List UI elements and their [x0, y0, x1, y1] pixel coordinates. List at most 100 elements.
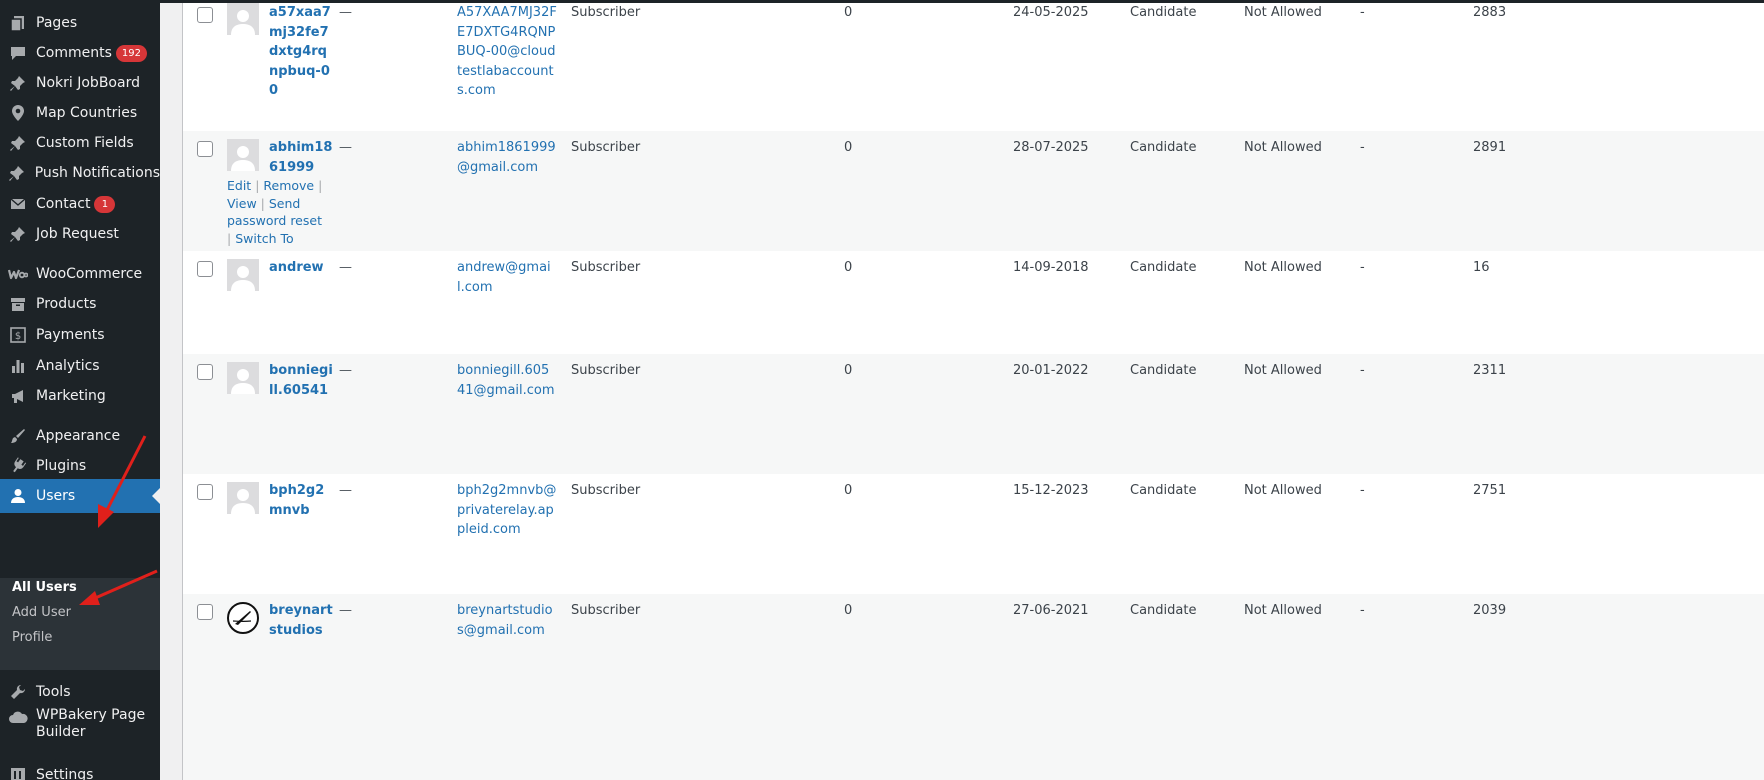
sidebar-item-custom-fields[interactable]: Custom Fields — [0, 126, 160, 160]
sidebar-item-contact[interactable]: Contact 1 — [0, 187, 160, 221]
contact-count-badge: 1 — [94, 195, 116, 213]
plug-icon — [0, 457, 36, 475]
action-separator: | — [260, 195, 269, 211]
settings-icon — [0, 766, 36, 780]
username-link[interactable]: andrew — [269, 258, 335, 278]
posts-cell: 0 — [844, 603, 853, 618]
row-checkbox[interactable] — [197, 261, 213, 277]
row-checkbox[interactable] — [197, 364, 213, 380]
avatar — [227, 602, 259, 634]
registered-date-cell: 20-01-2022 — [1013, 363, 1089, 378]
sidebar-item-label: WPBakery Page Builder — [36, 707, 146, 740]
posts-cell: 0 — [844, 5, 853, 20]
sidebar-item-label: Custom Fields — [36, 135, 134, 151]
extra-cell: - — [1360, 260, 1365, 275]
user-type-cell: Candidate — [1130, 603, 1197, 618]
email-link[interactable]: A57XAA7MJ32FE7DXTG4RQNPBUQ-00@cloudtestl… — [457, 3, 557, 101]
users-submenu: All Users Add User Profile — [0, 578, 160, 670]
name-cell: — — [339, 260, 352, 275]
user-id-cell: 2891 — [1473, 140, 1507, 155]
table-row: bonniegill.60541 — bonniegill.60541@gmai… — [183, 354, 1764, 474]
sidebar-item-job-request[interactable]: Job Request — [0, 217, 160, 251]
email-link[interactable]: bph2g2mnvb@privaterelay.appleid.com — [457, 481, 557, 540]
row-checkbox[interactable] — [197, 604, 213, 620]
edit-link[interactable]: Edit — [227, 178, 251, 193]
sidebar-item-nokri-jobboard[interactable]: Nokri JobBoard — [0, 66, 160, 100]
registered-date-cell: 15-12-2023 — [1013, 483, 1089, 498]
sidebar-item-woocommerce[interactable]: WooCommerce — [0, 257, 160, 291]
role-cell: Subscriber — [571, 5, 641, 20]
status-cell: Not Allowed — [1244, 5, 1322, 20]
avatar — [227, 482, 259, 514]
sidebar-item-settings[interactable]: Settings — [0, 758, 160, 780]
view-link[interactable]: View — [227, 196, 257, 211]
user-id-cell: 2883 — [1473, 5, 1507, 20]
user-id-cell: 2751 — [1473, 483, 1507, 498]
switch-to-link[interactable]: Switch To — [235, 231, 293, 246]
role-cell: Subscriber — [571, 260, 641, 275]
status-cell: Not Allowed — [1244, 260, 1322, 275]
extra-cell: - — [1360, 363, 1365, 378]
megaphone-icon — [0, 387, 36, 405]
sidebar-item-plugins[interactable]: Plugins — [0, 449, 160, 483]
sidebar-item-label: Marketing — [36, 388, 106, 404]
sidebar-item-appearance[interactable]: Appearance — [0, 419, 160, 453]
username-link[interactable]: bonniegill.60541 — [269, 361, 335, 400]
archive-icon — [0, 295, 36, 313]
sidebar-item-payments[interactable]: $ Payments — [0, 318, 160, 352]
avatar — [227, 139, 259, 171]
action-separator: | — [227, 230, 236, 246]
email-link[interactable]: andrew@gmail.com — [457, 258, 557, 297]
sidebar-item-label: Plugins — [36, 458, 87, 474]
user-type-cell: Candidate — [1130, 5, 1197, 20]
user-id-cell: 2311 — [1473, 363, 1507, 378]
pin-icon — [0, 134, 36, 152]
submenu-item-all-users[interactable]: All Users — [12, 580, 77, 595]
sidebar-item-analytics[interactable]: Analytics — [0, 349, 160, 383]
avatar — [227, 3, 259, 35]
username-link[interactable]: breynartstudios — [269, 601, 335, 640]
row-checkbox[interactable] — [197, 7, 213, 23]
posts-cell: 0 — [844, 260, 853, 275]
sidebar-item-tools[interactable]: Tools — [0, 675, 160, 709]
pin-icon — [0, 164, 35, 182]
posts-cell: 0 — [844, 140, 853, 155]
mail-icon — [0, 195, 36, 213]
table-row: breynartstudios — breynartstudios@gmail.… — [183, 594, 1764, 780]
sidebar-item-comments[interactable]: Comments 192 — [0, 36, 160, 70]
submenu-item-add-user[interactable]: Add User — [12, 605, 71, 620]
sidebar-item-label: Nokri JobBoard — [36, 75, 140, 91]
sidebar-item-marketing[interactable]: Marketing — [0, 379, 160, 413]
row-checkbox[interactable] — [197, 484, 213, 500]
sidebar-item-users[interactable]: Users — [0, 479, 160, 513]
username-link[interactable]: a57xaa7mj32fe7dxtg4rqnpbuq-00 — [269, 3, 335, 101]
role-cell: Subscriber — [571, 603, 641, 618]
row-actions: Edit | Remove | View | Send password res… — [227, 177, 327, 247]
sidebar-item-products[interactable]: Products — [0, 287, 160, 321]
submenu-item-profile[interactable]: Profile — [12, 630, 52, 645]
username-link[interactable]: bph2g2mnvb — [269, 481, 335, 520]
admin-sidebar: Pages Comments 192 Nokri JobBoard Map Cou… — [0, 0, 160, 780]
paintbrush-icon — [0, 427, 36, 445]
sidebar-item-label: Comments — [36, 44, 112, 61]
sidebar-item-map-countries[interactable]: Map Countries — [0, 96, 160, 130]
sidebar-item-wpbakery[interactable]: WPBakery Page Builder — [0, 707, 160, 751]
sidebar-item-push-notifications[interactable]: Push Notifications — [0, 156, 160, 190]
remove-link[interactable]: Remove — [263, 178, 314, 193]
email-link[interactable]: abhim1861999@gmail.com — [457, 138, 557, 177]
sidebar-item-pages[interactable]: Pages — [0, 6, 160, 40]
sidebar-item-label: Job Request — [36, 226, 119, 242]
table-row: andrew — andrew@gmail.com Subscriber 0 1… — [183, 251, 1764, 354]
username-link[interactable]: abhim1861999 — [269, 138, 335, 177]
admin-bar — [0, 0, 1764, 3]
woocommerce-icon — [0, 267, 36, 281]
name-cell: — — [339, 140, 352, 155]
status-cell: Not Allowed — [1244, 603, 1322, 618]
email-link[interactable]: breynartstudios@gmail.com — [457, 601, 557, 640]
row-checkbox[interactable] — [197, 141, 213, 157]
sidebar-item-label: Push Notifications — [34, 165, 160, 181]
pages-icon — [0, 14, 36, 32]
sidebar-item-label: Settings — [36, 767, 94, 780]
avatar — [227, 259, 259, 291]
email-link[interactable]: bonniegill.60541@gmail.com — [457, 361, 557, 400]
